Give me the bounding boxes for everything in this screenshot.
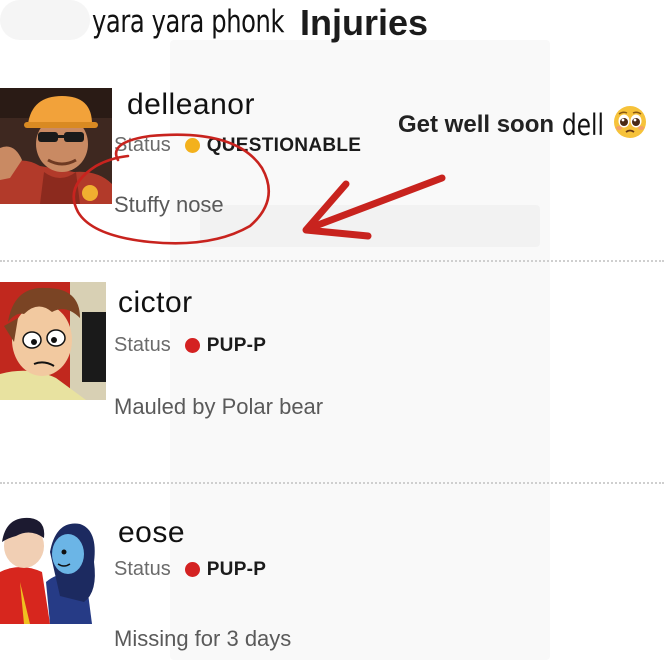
status-value: QUESTIONABLE	[206, 134, 362, 156]
injury-description: Missing for 3 days	[114, 626, 292, 651]
status-label: Status	[114, 558, 171, 580]
get-well-annotation: Get well soon dell	[398, 104, 648, 145]
player-name: delleanor	[127, 88, 255, 121]
pleading-face-icon	[612, 104, 648, 145]
status-label: Status	[114, 134, 171, 156]
status-dot-icon	[184, 562, 200, 577]
status-value: PUP-P	[206, 558, 267, 580]
handwritten-name: dell	[562, 107, 604, 142]
player-status: Status PUP-P	[114, 558, 266, 581]
injury-description: Mauled by Polar bear	[114, 394, 324, 419]
page-title: Injuries	[300, 2, 429, 43]
player-name: cictor	[118, 286, 193, 319]
status-dot-icon	[184, 138, 200, 153]
get-well-text: Get well soon	[398, 110, 555, 138]
cartoon-boy-avatar	[0, 282, 106, 400]
background-ghost	[0, 0, 90, 40]
cartoon-couple-avatar	[0, 512, 100, 624]
player-status: Status QUESTIONABLE	[114, 134, 361, 157]
player-name: eose	[118, 516, 186, 549]
player-row-cictor[interactable]: cictor Status PUP-P Mauled by Polar bear	[0, 282, 664, 442]
player-status: Status PUP-P	[114, 334, 266, 357]
status-value: PUP-P	[206, 334, 267, 356]
row-divider	[0, 482, 664, 484]
header-caption: yara yara phonk	[92, 4, 285, 40]
injury-description: Stuffy nose	[114, 192, 224, 217]
engineer-avatar	[0, 88, 112, 204]
status-label: Status	[114, 334, 171, 356]
row-divider	[0, 260, 664, 262]
status-dot-icon	[184, 338, 200, 353]
player-row-eose[interactable]: eose Status PUP-P Missing for 3 days	[0, 512, 664, 662]
